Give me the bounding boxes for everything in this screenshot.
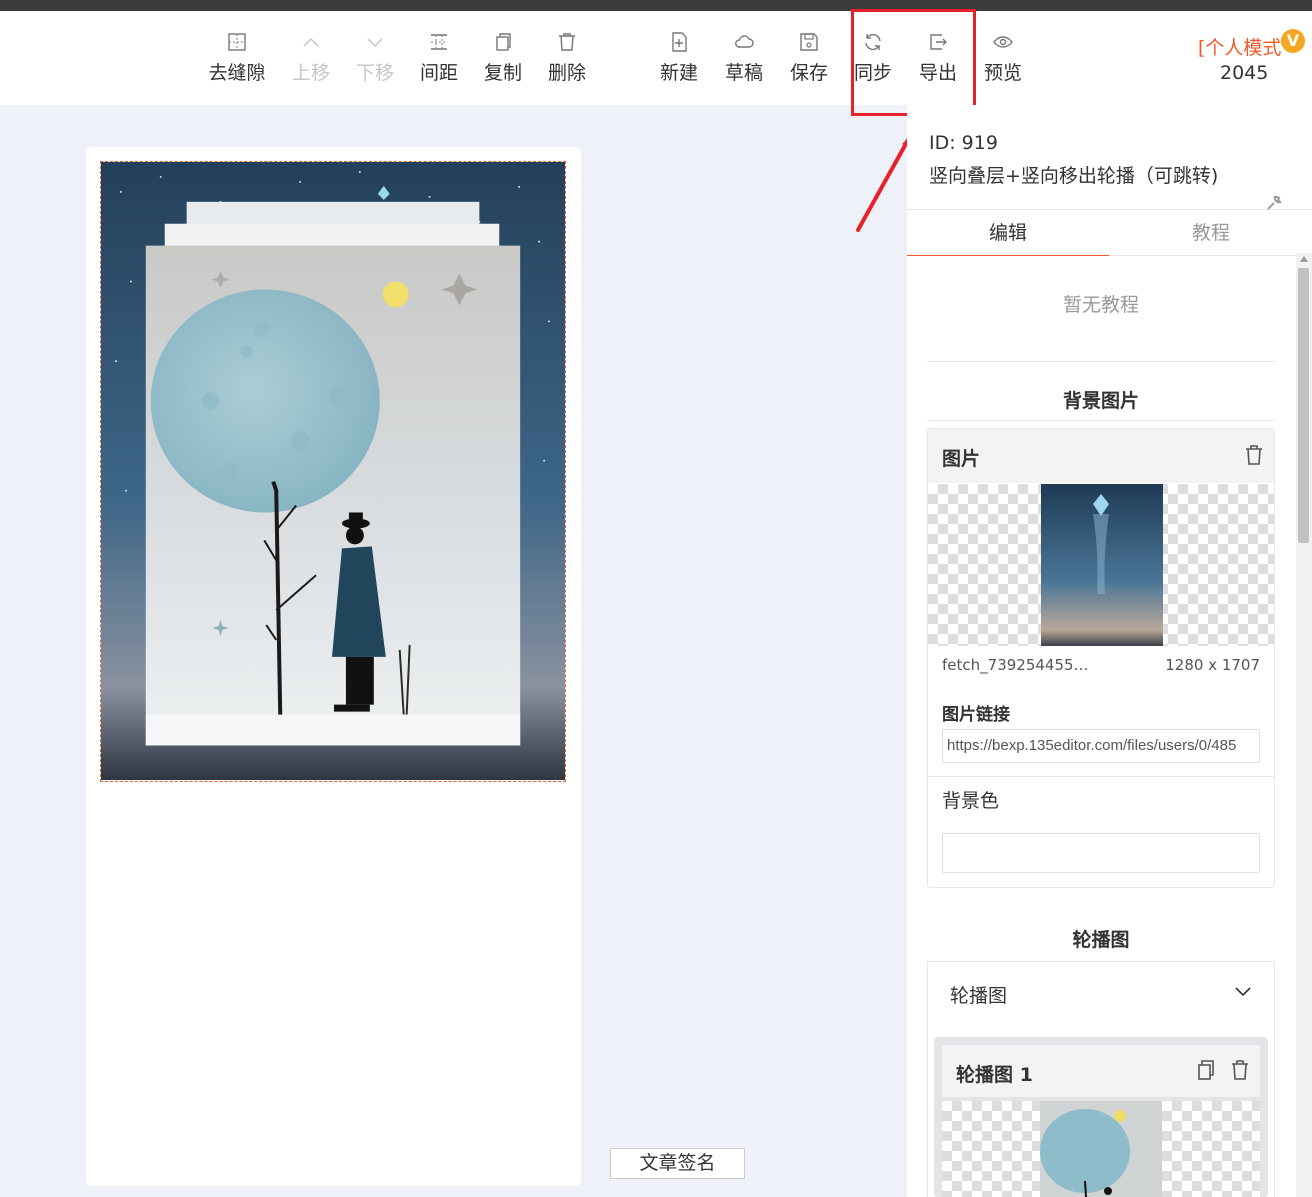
article-signature-button[interactable]: 文章签名	[610, 1148, 745, 1179]
artwork-image	[101, 162, 565, 781]
user-count: 2045	[1220, 62, 1269, 84]
slide-title: 轮播图 1	[956, 1064, 1033, 1086]
remove-gap-button[interactable]: 去缝隙	[205, 31, 269, 87]
trash-icon	[559, 33, 575, 51]
slide-image-thumbnail[interactable]	[1040, 1101, 1162, 1197]
delete-button[interactable]: 删除	[535, 31, 599, 87]
image-link-input[interactable]: https://bexp.135editor.com/files/users/0…	[942, 729, 1260, 763]
no-tutorial-text: 暂无教程	[1062, 294, 1139, 316]
editor-toolbar: 去缝隙 上移 下移 间距 复制 删除 新建 草稿 保存 同步 导出 预览	[0, 11, 1312, 105]
move-up-button[interactable]: 上移	[279, 31, 343, 87]
background-card-header: 图片	[928, 429, 1274, 483]
carousel-section-title: 轮播图	[1072, 929, 1130, 951]
carousel-group-header[interactable]: 轮播图	[950, 981, 1007, 1008]
new-label: 新建	[659, 62, 698, 84]
divider	[928, 776, 1274, 777]
draft-button[interactable]: 草稿	[712, 31, 776, 87]
vip-badge-icon[interactable]: V	[1281, 29, 1305, 53]
preview-label: 预览	[983, 62, 1022, 84]
chevron-up-icon	[303, 37, 319, 47]
background-image-thumbnail[interactable]	[1041, 484, 1163, 646]
spacing-grid-icon	[431, 34, 447, 50]
chevron-down-icon	[367, 38, 383, 48]
scroll-up-arrow-icon[interactable]	[1300, 256, 1308, 262]
spacing-label: 间距	[419, 62, 458, 84]
remove-gap-label: 去缝隙	[208, 62, 266, 84]
template-id: ID: 919	[929, 132, 998, 154]
copy-button[interactable]: 复制	[471, 31, 535, 87]
delete-label: 删除	[547, 62, 586, 84]
template-name: 竖向叠层+竖向移出轮播（可跳转)	[929, 165, 1219, 187]
slide-header: 轮播图 1	[942, 1045, 1260, 1097]
draft-label: 草稿	[724, 62, 763, 84]
chevron-down-icon[interactable]	[1234, 985, 1252, 999]
save-button[interactable]: 保存	[777, 31, 841, 87]
image-dimensions: 1280 x 1707	[1165, 656, 1260, 674]
slide-thumbnail-image	[1040, 1101, 1162, 1197]
copy-label: 复制	[483, 62, 522, 84]
background-color-label: 背景色	[942, 790, 1000, 812]
scrollbar-thumb[interactable]	[1298, 268, 1309, 543]
divider	[927, 361, 1275, 362]
image-file-name: fetch_7392544550...	[942, 656, 1097, 674]
trash-icon[interactable]	[1244, 444, 1264, 466]
personal-mode-link[interactable]: [个人模式	[1198, 33, 1281, 60]
spacing-button[interactable]: 间距	[407, 31, 471, 87]
move-down-button[interactable]: 下移	[343, 31, 407, 87]
tab-tutorial[interactable]: 教程	[1110, 210, 1312, 256]
tab-edit[interactable]: 编辑	[907, 210, 1109, 256]
background-section-title: 背景图片	[1062, 390, 1139, 412]
cloud-icon	[735, 35, 754, 48]
new-button[interactable]: 新建	[647, 31, 711, 87]
divider	[927, 420, 1275, 421]
move-up-label: 上移	[291, 62, 330, 84]
annotation-highlight-box	[851, 9, 976, 116]
background-color-input[interactable]	[942, 833, 1260, 873]
thumbnail-image	[1041, 484, 1163, 646]
file-plus-icon	[672, 32, 687, 52]
image-card-title: 图片	[942, 448, 981, 470]
carousel-artwork[interactable]	[100, 161, 566, 782]
copy-icon	[496, 33, 511, 51]
copy-icon[interactable]	[1196, 1059, 1216, 1081]
save-label: 保存	[789, 62, 828, 84]
template-info: ID: 919 竖向叠层+竖向移出轮播（可跳转)	[907, 105, 1312, 210]
window-top-strip	[0, 0, 1312, 11]
move-down-label: 下移	[355, 62, 394, 84]
trash-icon[interactable]	[1230, 1059, 1250, 1081]
eye-icon	[993, 36, 1013, 48]
grid-dashed-icon	[228, 33, 246, 51]
preview-button[interactable]: 预览	[971, 31, 1035, 87]
floppy-icon	[800, 33, 818, 51]
image-link-label: 图片链接	[942, 705, 1010, 725]
panel-tabs: 编辑 教程	[907, 210, 1312, 256]
